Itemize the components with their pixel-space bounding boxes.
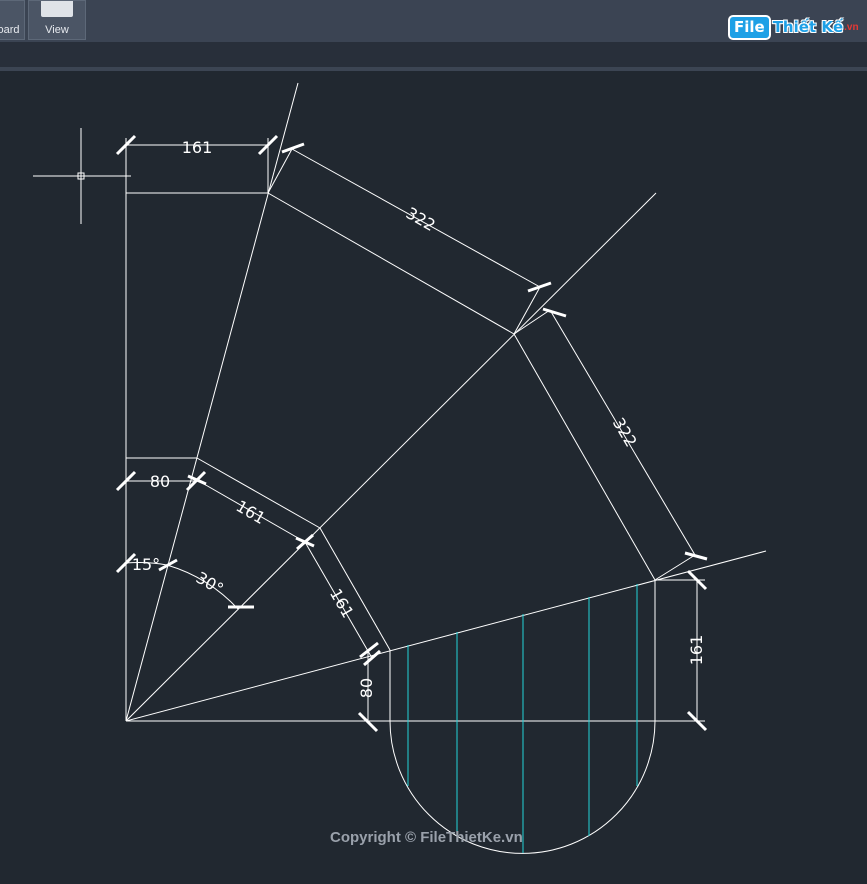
dim-left-80: 80 bbox=[150, 472, 170, 491]
dim-bottom-80: 80 bbox=[357, 678, 376, 698]
inner-seg-2 bbox=[319, 527, 391, 651]
drawing-geometry bbox=[33, 82, 767, 854]
outer-seg-1 bbox=[267, 192, 515, 335]
dim-mid-161-a: 161 bbox=[233, 496, 269, 528]
dim-top-161: 161 bbox=[182, 138, 213, 157]
ray-75 bbox=[125, 82, 299, 722]
dim-right-161: 161 bbox=[687, 635, 706, 666]
ray-45 bbox=[125, 192, 657, 722]
dim-322-a: 322 bbox=[403, 203, 439, 235]
drawing-canvas[interactable]: 161 322 322 80 161 161 15° 30° 80 161 bbox=[0, 0, 867, 884]
ray-15 bbox=[125, 550, 767, 722]
dim-angle-15: 15° bbox=[132, 555, 160, 574]
dim-322-b: 322 bbox=[609, 414, 641, 450]
outer-seg-2 bbox=[513, 333, 656, 581]
copyright-watermark: Copyright © FileThietKe.vn bbox=[330, 829, 523, 846]
section-hatch bbox=[407, 584, 638, 853]
dim-mid-161-b: 161 bbox=[326, 585, 358, 621]
